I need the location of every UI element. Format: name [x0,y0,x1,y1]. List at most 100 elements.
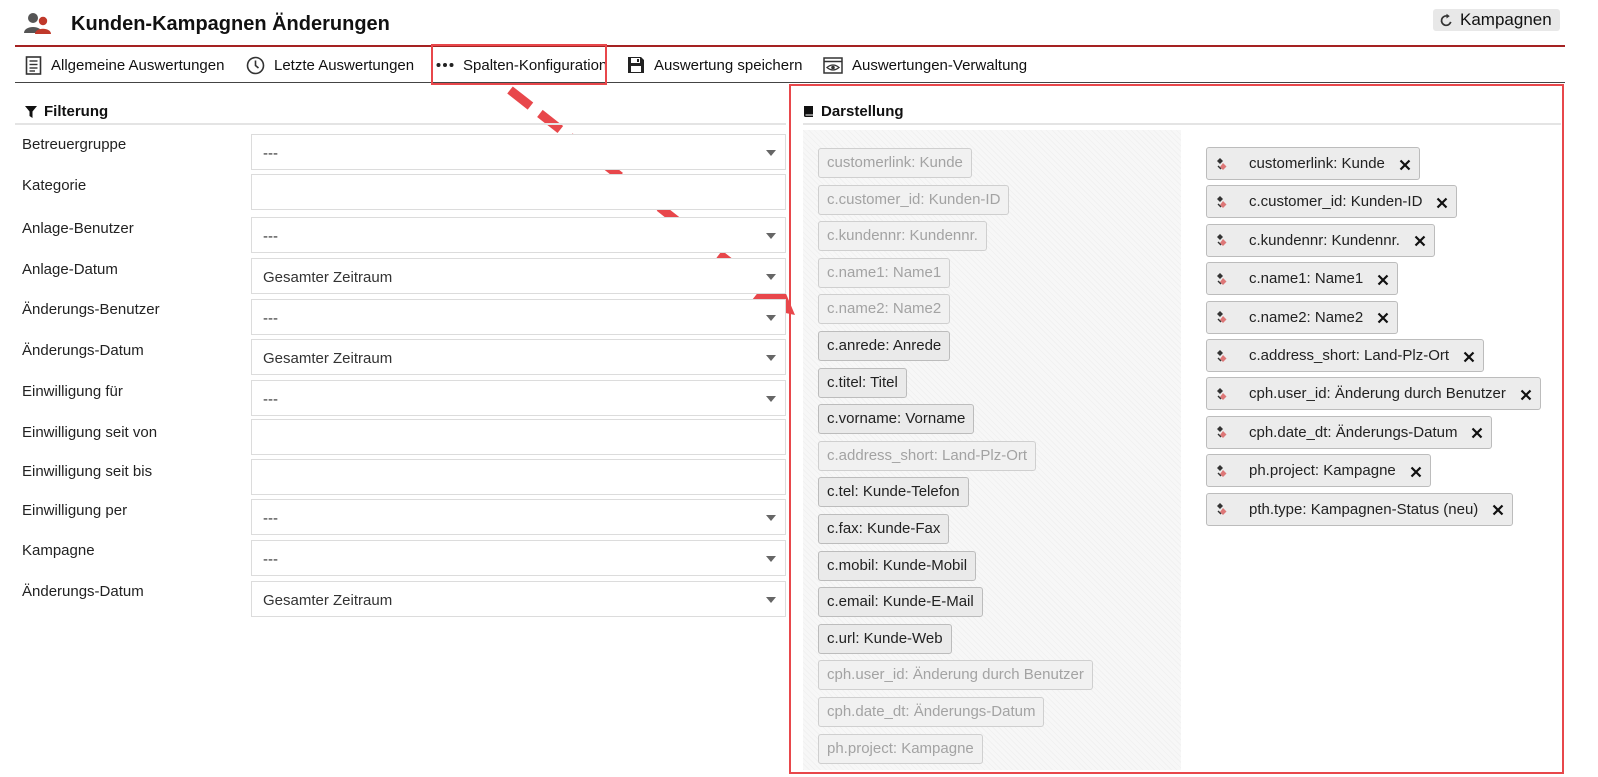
selected-column-item[interactable]: c.address_short: Land-Plz-Ort [1206,339,1485,372]
drag-handle-icon[interactable] [1215,310,1229,324]
remove-icon[interactable] [1377,273,1389,285]
users-icon [24,13,51,34]
selected-column-item[interactable]: cph.user_id: Änderung durch Benutzer [1206,377,1541,411]
available-column-chip[interactable]: c.url: Kunde-Web [818,623,952,654]
filter-select[interactable]: --- [251,299,786,335]
remove-icon[interactable] [1463,350,1475,362]
filter-value: Gesamter Zeitraum [263,269,393,286]
filter-label: Einwilligung für [22,383,123,400]
filter-select[interactable]: --- [251,217,786,253]
filter-input[interactable] [251,419,786,455]
available-column-chip[interactable]: c.anrede: Anrede [818,331,951,361]
available-column-chip[interactable]: ph.project: Kampagne [818,733,983,764]
filter-select[interactable]: Gesamter Zeitraum [251,339,786,375]
filter-select[interactable]: --- [251,540,786,576]
drag-handle-icon[interactable] [1215,387,1229,401]
display-title-text: Darstellung [821,103,904,120]
filter-value: --- [263,310,278,327]
document-icon [25,55,42,75]
available-column-chip[interactable]: c.kundennr: Kundennr. [818,221,987,252]
selected-column-label: c.customer_id: Kunden-ID [1249,193,1423,211]
selected-column-item[interactable]: cph.date_dt: Änderungs-Datum [1206,415,1493,449]
chevron-down-icon [766,556,776,562]
filter-label: Kampagne [22,542,95,559]
selected-column-item[interactable]: ph.project: Kampagne [1206,454,1431,488]
floppy-icon [628,57,644,73]
filter-label: Anlage-Datum [22,261,118,278]
filter-label: Einwilligung seit von [22,424,158,441]
filter-input[interactable] [251,459,786,495]
toolbar-label: Allgemeine Auswertungen [51,56,225,74]
selected-column-item[interactable]: c.kundennr: Kundennr. [1206,223,1435,257]
remove-icon[interactable] [1410,465,1422,477]
available-column-chip[interactable]: c.titel: Titel [818,367,907,398]
available-column-chip[interactable]: c.fax: Kunde-Fax [818,514,950,544]
available-column-chip[interactable]: c.address_short: Land-Plz-Ort [818,440,1037,471]
drag-handle-icon[interactable] [1215,195,1229,209]
filter-label: Einwilligung seit bis [22,463,153,480]
selected-column-item[interactable]: c.name1: Name1 [1206,262,1399,296]
toolbar-recent-reports[interactable]: Letzte Auswertungen [246,47,414,83]
drag-handle-icon[interactable] [1215,464,1229,478]
filter-value: --- [263,145,278,162]
selected-column-item[interactable]: pth.type: Kampagnen-Status (neu) [1206,492,1514,526]
filter-select[interactable]: --- [251,380,786,416]
toolbar-general-reports[interactable]: Allgemeine Auswertungen [25,47,224,83]
available-column-chip[interactable]: cph.user_id: Änderung durch Benutzer [818,660,1093,691]
available-column-chip[interactable]: c.customer_id: Kunden-ID [818,184,1010,215]
selected-column-label: ph.project: Kampagne [1249,462,1396,480]
drag-handle-icon[interactable] [1215,425,1229,439]
filter-select[interactable]: --- [251,134,786,170]
available-column-chip[interactable]: cph.date_dt: Änderungs-Datum [818,697,1045,727]
drag-handle-icon[interactable] [1215,349,1229,363]
clock-icon [246,56,265,74]
back-to-campaigns-button[interactable]: Kampagnen [1433,9,1560,31]
remove-icon[interactable] [1399,158,1411,170]
available-column-chip[interactable]: c.vorname: Vorname [818,404,975,435]
drag-handle-icon[interactable] [1215,502,1229,516]
selected-column-item[interactable]: customerlink: Kunde [1206,147,1420,180]
drag-handle-icon[interactable] [1215,157,1229,171]
selected-column-label: c.kundennr: Kundennr. [1249,231,1400,249]
selected-column-label: cph.user_id: Änderung durch Benutzer [1249,385,1506,403]
available-column-chip[interactable]: c.name1: Name1 [818,257,951,288]
refresh-icon [1440,13,1452,26]
filter-divider [15,123,786,125]
filter-select[interactable]: Gesamter Zeitraum [251,581,786,617]
toolbar: Allgemeine Auswertungen Letzte Auswertun… [15,47,1565,83]
filter-label: Betreuergruppe [22,136,127,153]
chevron-down-icon [766,233,776,239]
toolbar-save-report[interactable]: Auswertung speichern [627,47,802,83]
selected-column-item[interactable]: c.name2: Name2 [1206,300,1399,334]
remove-icon[interactable] [1414,234,1426,247]
selected-column-label: cph.date_dt: Änderungs-Datum [1249,423,1458,441]
available-column-chip[interactable]: c.tel: Kunde-Telefon [818,477,969,508]
chevron-down-icon [766,396,776,402]
filter-input[interactable] [251,174,786,210]
remove-icon[interactable] [1436,196,1448,209]
filter-select[interactable]: --- [251,499,786,535]
available-column-chip[interactable]: c.email: Kunde-E-Mail [818,587,983,618]
remove-icon[interactable] [1471,426,1483,439]
toolbar-report-management[interactable]: Auswertungen-Verwaltung [823,47,1027,83]
available-column-chip[interactable]: customerlink: Kunde [818,148,972,178]
filter-value: Gesamter Zeitraum [263,592,393,609]
filter-select[interactable]: Gesamter Zeitraum [251,258,786,294]
drag-handle-icon[interactable] [1215,272,1229,286]
selected-column-item[interactable]: c.customer_id: Kunden-ID [1206,185,1458,219]
back-button-label: Kampagnen [1460,10,1552,29]
remove-icon[interactable] [1492,503,1504,516]
chevron-down-icon [766,355,776,361]
chevron-down-icon [766,597,776,603]
toolbar-label: Auswertungen-Verwaltung [852,56,1028,74]
available-column-chip[interactable]: c.name2: Name2 [818,294,951,325]
remove-icon[interactable] [1520,388,1532,401]
chevron-down-icon [766,274,776,280]
remove-icon[interactable] [1377,311,1389,324]
filter-label: Anlage-Benutzer [22,220,134,237]
available-column-chip[interactable]: c.mobil: Kunde-Mobil [818,550,977,581]
drag-handle-icon[interactable] [1215,233,1229,247]
filter-value: --- [263,551,278,568]
filter-value: --- [263,510,278,527]
filter-label: Einwilligung per [22,502,128,519]
